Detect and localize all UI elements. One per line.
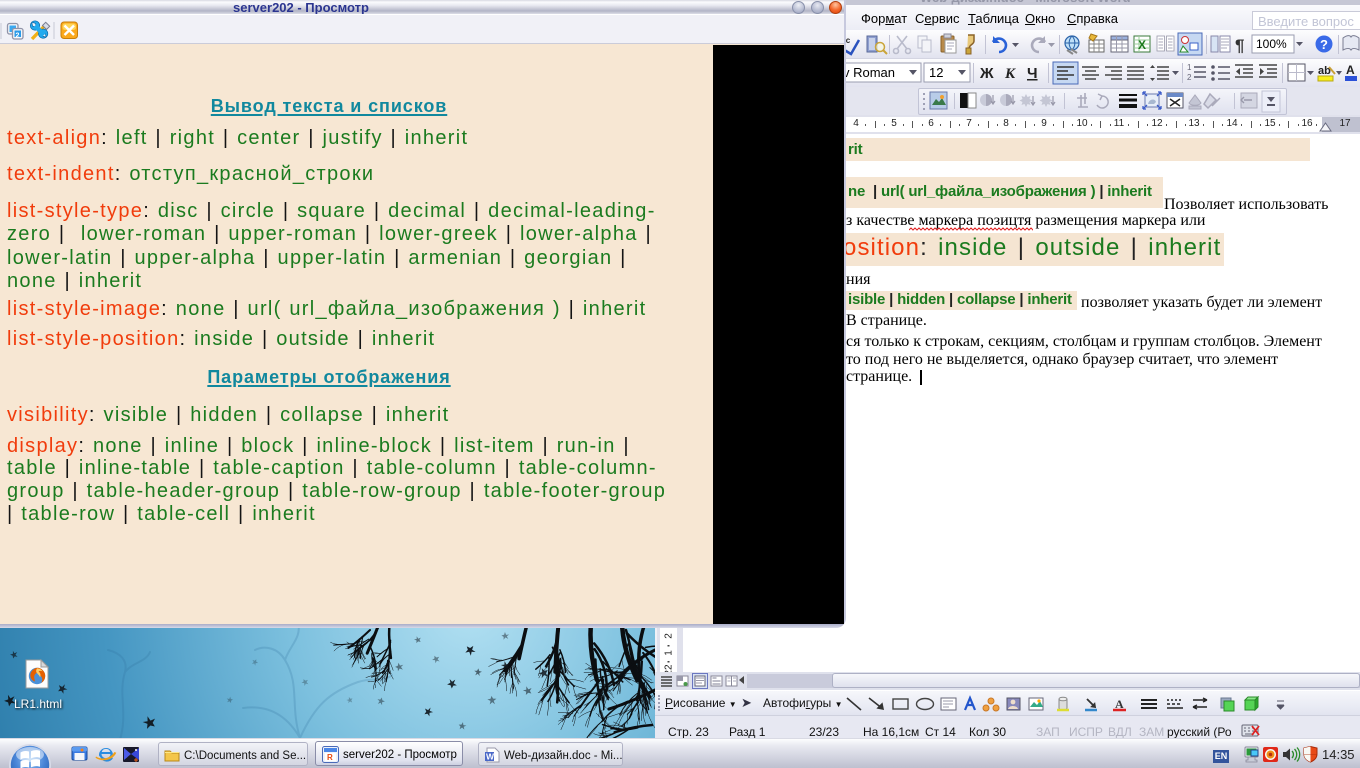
svg-text:1: 1 [664, 650, 675, 656]
svg-text:R: R [327, 753, 333, 762]
svg-text:A: A [1346, 63, 1355, 77]
svg-text:2: 2 [1187, 73, 1192, 82]
svg-text:2: 2 [664, 633, 675, 639]
svg-text:v Roman: v Roman [843, 65, 895, 80]
svg-text:W: W [486, 752, 495, 762]
svg-text:100%: 100% [1256, 37, 1287, 51]
svg-text:ab: ab [1318, 65, 1331, 77]
svg-text:X: X [1138, 38, 1146, 52]
svg-text:?: ? [1320, 37, 1328, 52]
svg-text:Ч: Ч [1027, 65, 1038, 82]
svg-text:2: 2 [16, 33, 20, 40]
svg-text:Ж: Ж [979, 65, 994, 82]
svg-text:12: 12 [929, 65, 943, 80]
svg-text:¶: ¶ [1235, 36, 1244, 55]
svg-text:1: 1 [1187, 63, 1192, 72]
svg-text:К: К [1004, 66, 1016, 82]
